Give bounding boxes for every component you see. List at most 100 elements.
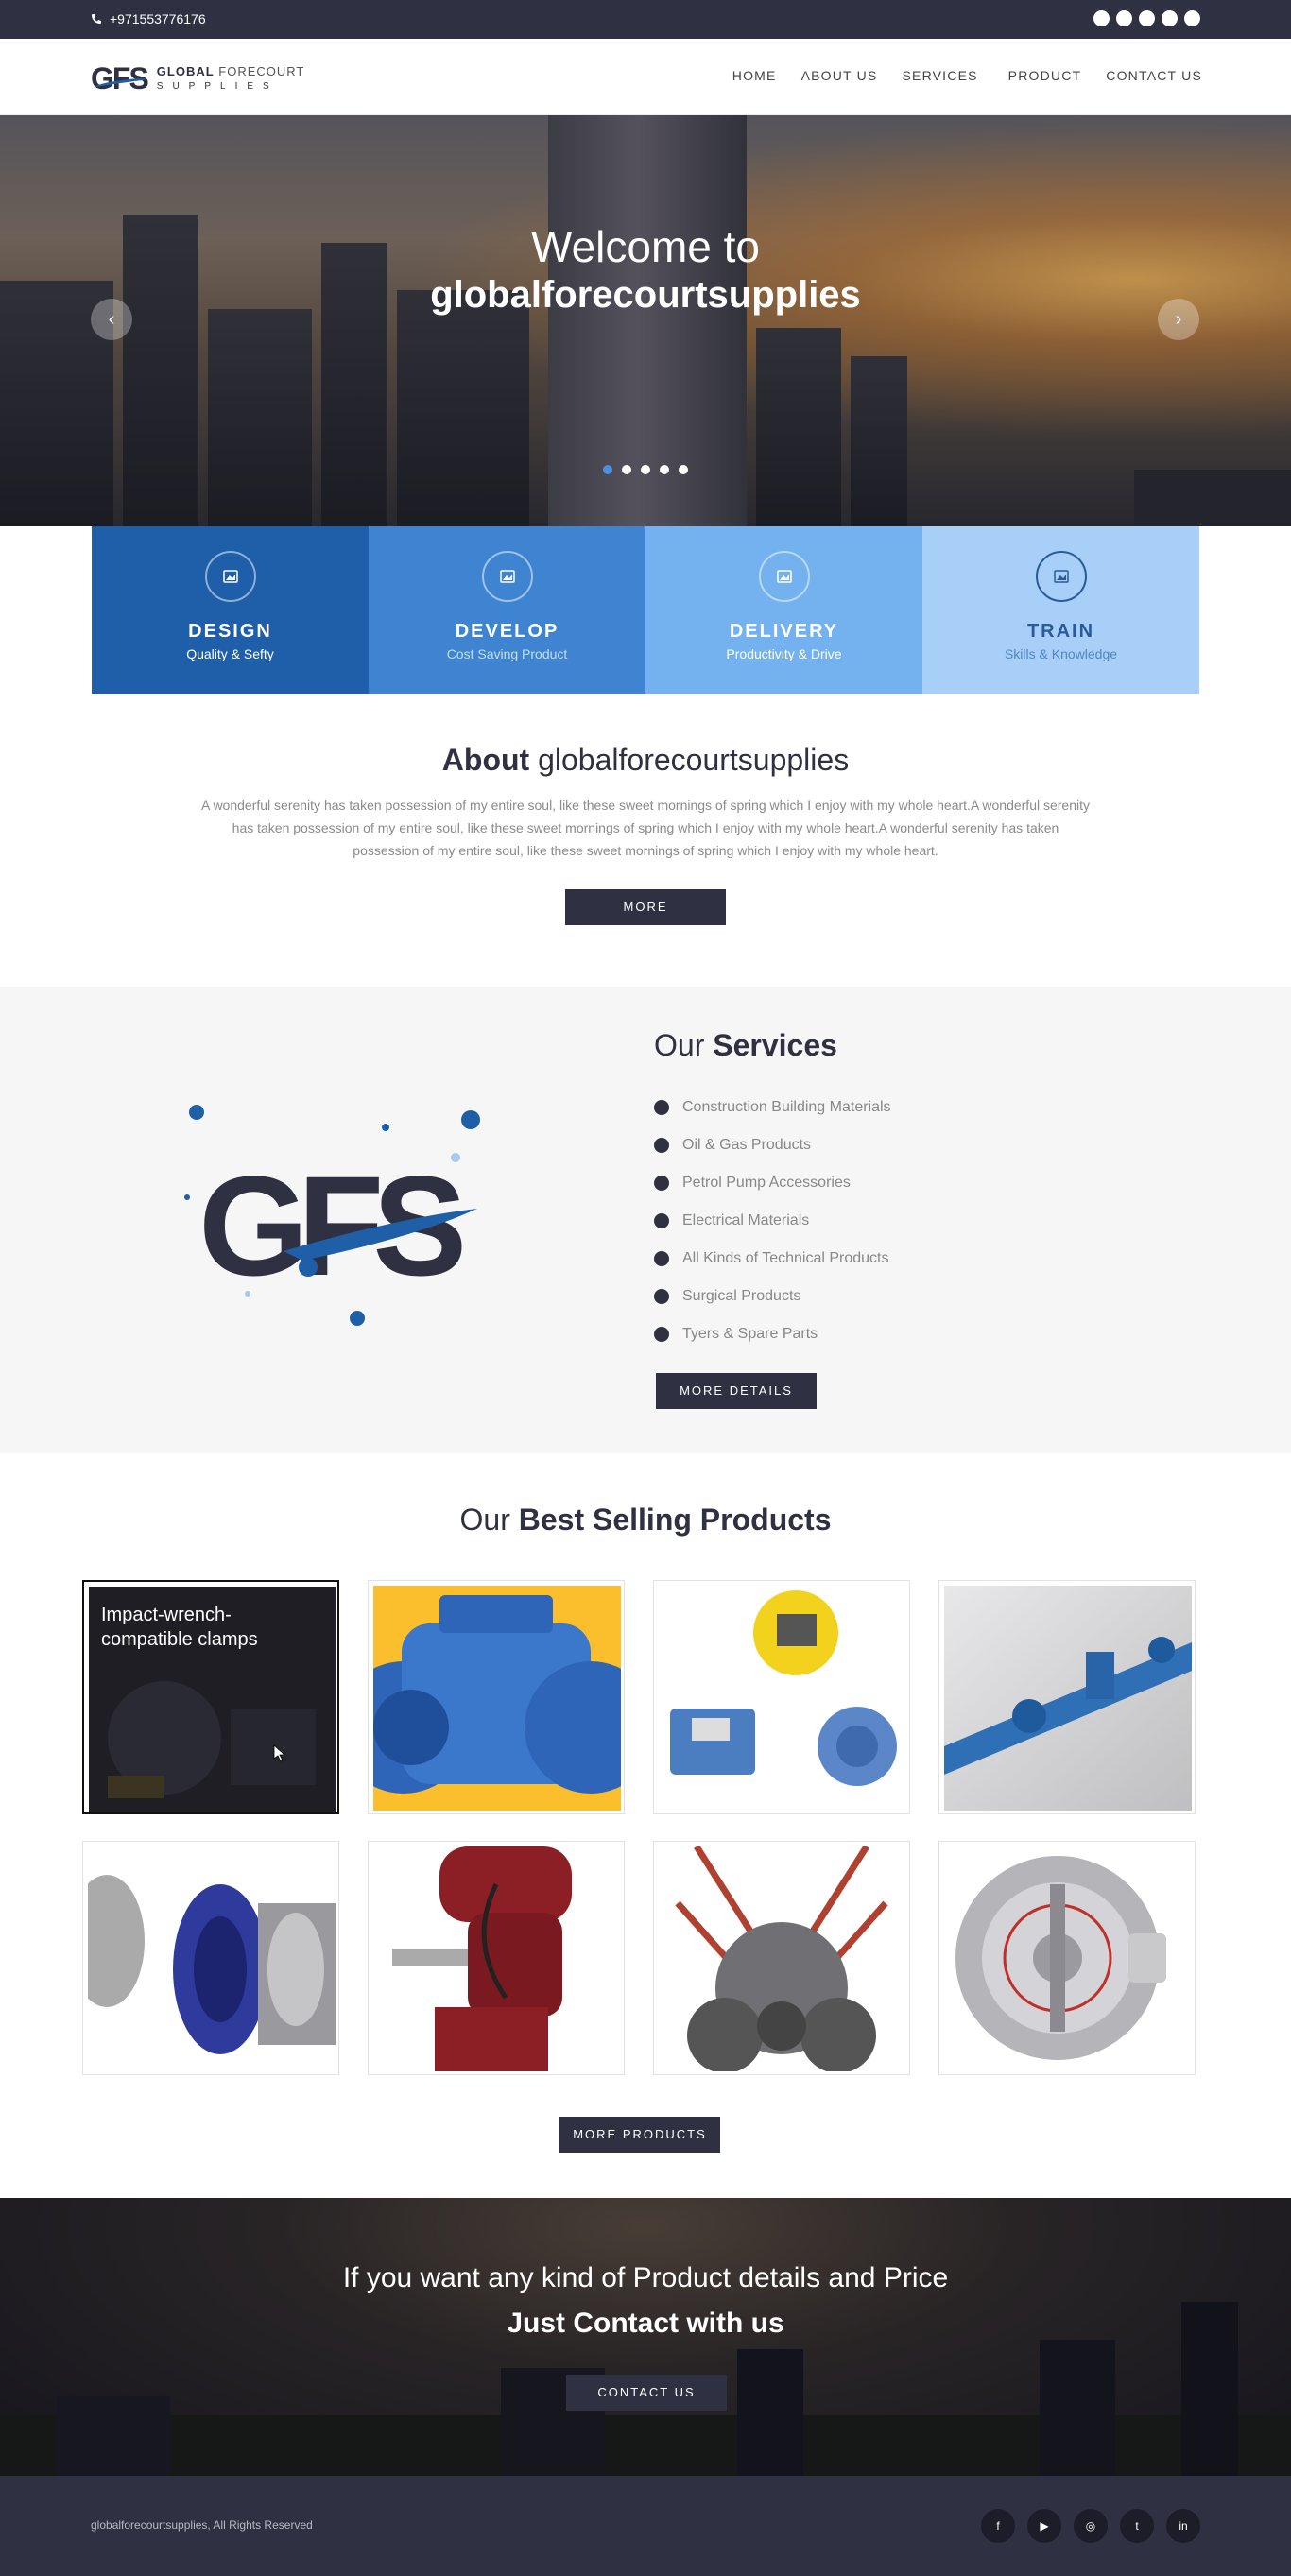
product-card[interactable] (938, 1841, 1196, 2075)
top-bar: +971553776176 (0, 0, 1291, 39)
pipe-coupling-image (83, 1846, 336, 2071)
product-card[interactable]: Impact-wrench-compatible clamps (82, 1580, 339, 1814)
slider-dots (603, 465, 688, 474)
about-heading: About globalforecourtsupplies (441, 743, 850, 777)
list-item: Tyers & Spare Parts (654, 1315, 891, 1353)
slider-dot[interactable] (641, 465, 650, 474)
slider-dot[interactable] (622, 465, 631, 474)
hero-next-arrow-icon[interactable]: › (1158, 299, 1199, 340)
site-footer: globalforecourtsupplies, All Rights Rese… (0, 2476, 1291, 2576)
feature-subtitle: Cost Saving Product (446, 646, 568, 661)
hero-heading-line2: globalforecourtsupplies (430, 274, 861, 316)
image-icon (1035, 551, 1087, 602)
twitter-icon[interactable]: t (1120, 2509, 1154, 2543)
product-caption: Impact-wrench-compatible clamps (101, 1605, 258, 1650)
feature-subtitle: Productivity & Drive (726, 646, 842, 661)
feature-title: DELIVERY (729, 621, 839, 642)
linkedin-icon[interactable] (1184, 10, 1200, 26)
more-products-button[interactable]: MORE PRODUCTS (559, 2117, 720, 2153)
feature-boxes: DESIGN Quality & Sefty DEVELOP Cost Savi… (92, 526, 1199, 694)
bullet-icon (654, 1138, 669, 1153)
about-text: A wonderful serenity has taken possessio… (200, 798, 1091, 858)
product-card[interactable] (368, 1841, 625, 2075)
youtube-icon[interactable] (1116, 10, 1132, 26)
facebook-icon[interactable]: f (981, 2509, 1015, 2543)
twitter-icon[interactable] (1162, 10, 1178, 26)
feature-subtitle: Skills & Knowledge (1004, 646, 1118, 661)
feature-subtitle: Quality & Sefty (186, 646, 274, 661)
instagram-icon[interactable] (1139, 10, 1155, 26)
hero-heading-line1: Welcome to (530, 222, 761, 271)
about-more-button[interactable]: MORE (565, 889, 726, 925)
feature-title: TRAIN (1026, 621, 1095, 642)
main-nav: HOME ABOUT US SERVICES PRODUCT CONTACT U… (708, 68, 1202, 83)
phone-icon (92, 14, 101, 24)
nav-services[interactable]: SERVICES (903, 68, 978, 83)
bullet-icon (654, 1251, 669, 1266)
services-section: GFS Our Services Construction Building M… (0, 987, 1291, 1453)
bullet-icon (654, 1100, 669, 1115)
copyright-text: globalforecourtsupplies, All Rights Rese… (91, 2518, 313, 2532)
nav-product[interactable]: PRODUCT (1008, 68, 1082, 83)
bullet-icon (654, 1327, 669, 1342)
phone-contact[interactable]: +971553776176 (91, 11, 206, 26)
list-item: Oil & Gas Products (654, 1126, 891, 1164)
bullet-icon (654, 1289, 669, 1304)
pipe-assembly-image (944, 1586, 1192, 1811)
hero-prev-arrow-icon[interactable]: ‹ (91, 299, 132, 340)
list-item: Petrol Pump Accessories (654, 1164, 891, 1202)
slider-dot[interactable] (660, 465, 669, 474)
youtube-icon[interactable]: ▶ (1027, 2509, 1061, 2543)
services-heading: Our Services (654, 1028, 837, 1062)
more-details-button[interactable]: MORE DETAILS (656, 1373, 817, 1409)
logo-text: GLOBAL FORECOURT SUPPLIES (156, 63, 305, 93)
product-card[interactable] (82, 1841, 339, 2075)
cta-line2: Just Contact with us (507, 2308, 784, 2339)
list-item: Surgical Products (654, 1278, 891, 1315)
facebook-icon[interactable] (1093, 10, 1110, 26)
footer-social-links: f ▶ ◎ t in (981, 2509, 1200, 2543)
cta-line1: If you want any kind of Product details … (342, 2262, 949, 2293)
contact-cta-section: If you want any kind of Product details … (0, 2198, 1291, 2476)
services-list: Construction Building Materials Oil & Ga… (654, 1089, 891, 1353)
nav-about-us[interactable]: ABOUT US (801, 68, 878, 83)
blue-valve-image (369, 1586, 624, 1811)
contact-us-button[interactable]: CONTACT US (566, 2375, 727, 2411)
product-card[interactable] (653, 1580, 910, 1814)
feature-design[interactable]: DESIGN Quality & Sefty (92, 526, 369, 694)
image-icon (481, 551, 533, 602)
list-item: Electrical Materials (654, 1202, 891, 1240)
about-section: About globalforecourtsupplies A wonderfu… (0, 694, 1291, 987)
products-section: Our Best Selling Products Impact-wrench-… (0, 1453, 1291, 2198)
slider-dot[interactable] (603, 465, 612, 474)
feature-train[interactable]: TRAIN Skills & Knowledge (922, 526, 1199, 694)
flame-detector-image (944, 1846, 1192, 2071)
product-card[interactable] (653, 1841, 910, 2075)
respirator-mask-image (659, 1845, 906, 2073)
image-icon (204, 551, 256, 602)
linkedin-icon[interactable]: in (1166, 2509, 1200, 2543)
feature-develop[interactable]: DEVELOP Cost Saving Product (369, 526, 646, 694)
nav-home[interactable]: HOME (732, 68, 777, 83)
slider-dot[interactable] (679, 465, 688, 474)
phone-number: +971553776176 (110, 11, 206, 26)
gfs-logo-graphic: GFS (184, 1105, 480, 1326)
bullet-icon (654, 1213, 669, 1228)
feature-title: DEVELOP (455, 621, 559, 642)
top-social-links (1093, 10, 1200, 26)
product-card[interactable] (938, 1580, 1196, 1814)
list-item: All Kinds of Technical Products (654, 1240, 891, 1278)
feature-title: DESIGN (188, 621, 272, 642)
bullet-icon (654, 1176, 669, 1191)
instagram-icon[interactable]: ◎ (1074, 2509, 1108, 2543)
feature-delivery[interactable]: DELIVERY Productivity & Drive (646, 526, 922, 694)
logo-mark: GFS (91, 60, 149, 95)
red-hydrant-image (373, 1846, 621, 2071)
image-icon (758, 551, 810, 602)
list-item: Construction Building Materials (654, 1089, 891, 1126)
products-heading: Our Best Selling Products (459, 1503, 832, 1537)
site-logo[interactable]: GFS GLOBAL FORECOURT SUPPLIES (91, 60, 304, 97)
hero-slider: Welcome to globalforecourtsupplies ‹ › (0, 115, 1291, 526)
nav-contact-us[interactable]: CONTACT US (1106, 68, 1202, 83)
product-card[interactable] (368, 1580, 625, 1814)
